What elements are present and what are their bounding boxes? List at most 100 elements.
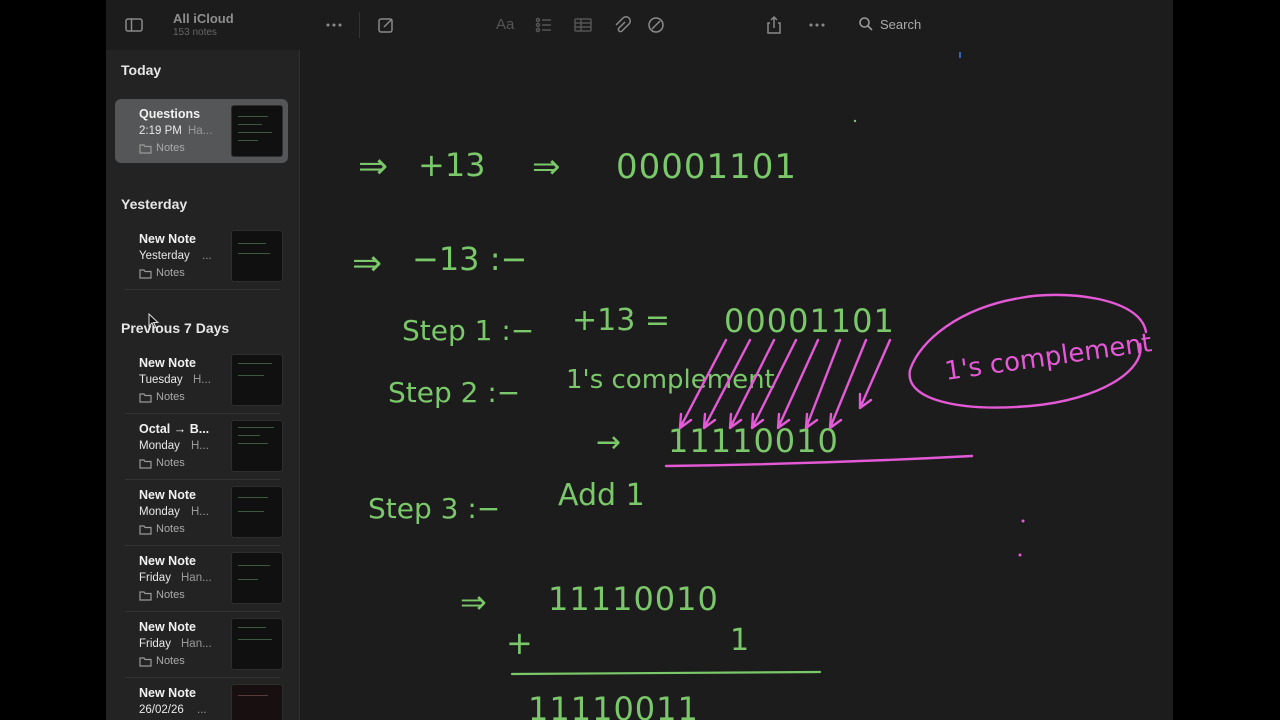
note-thumbnail xyxy=(231,354,283,406)
note-title: Questions xyxy=(139,107,201,121)
note-title: New Note xyxy=(139,554,196,568)
note-list-item[interactable]: New Note Tuesday H... Notes xyxy=(115,348,288,414)
note-date: Friday xyxy=(139,572,171,584)
new-note-icon[interactable] xyxy=(375,14,397,36)
note-date: Tuesday xyxy=(139,374,183,386)
note-thumbnail xyxy=(231,486,283,538)
notes-list-sidebar: Today Questions 2:19 PM Ha... Notes Yest… xyxy=(106,50,300,720)
note-preview: Ha... xyxy=(188,125,213,137)
folder-icon xyxy=(139,656,152,667)
handwriting-canvas[interactable]: ⇒ +13 ⇒ 00001101 ⇒ −13 :− Step 1 :− +13 … xyxy=(300,50,1173,720)
note-thumbnail xyxy=(231,618,283,670)
note-list-item[interactable]: New Note Yesterday ... Notes xyxy=(115,224,288,290)
sum-top-bits: 11110010 xyxy=(548,580,719,618)
attachment-icon[interactable] xyxy=(610,14,632,36)
checklist-icon[interactable] xyxy=(533,14,555,36)
note-list-item[interactable]: Octal → B... Monday H... Notes xyxy=(115,414,288,480)
note-preview: Han... xyxy=(181,572,212,584)
note-preview: Han... xyxy=(181,638,212,650)
note-count: 153 notes xyxy=(173,27,217,38)
folder-icon xyxy=(139,143,152,154)
note-date: 26/02/26 xyxy=(139,704,184,716)
note-preview: H... xyxy=(193,374,211,386)
note-folder: Notes xyxy=(139,523,185,535)
note-title: New Note xyxy=(139,686,196,700)
note-list-item[interactable]: New Note 26/02/26 ... xyxy=(115,678,288,720)
markup-icon[interactable] xyxy=(645,14,667,36)
section-header-yesterday: Yesterday xyxy=(121,196,188,212)
folder-icon xyxy=(139,392,152,403)
plus-sign: + xyxy=(506,624,533,662)
note-title: New Note xyxy=(139,620,196,634)
more-options-icon[interactable] xyxy=(323,14,345,36)
arrow-text: ⇒ xyxy=(352,243,382,284)
note-preview: ... xyxy=(202,250,212,262)
note-list-item[interactable]: Questions 2:19 PM Ha... Notes xyxy=(115,99,288,163)
arrow-text: ⇒ xyxy=(532,147,561,187)
note-title: New Note xyxy=(139,356,196,370)
section-header-previous-7-days: Previous 7 Days xyxy=(121,320,230,336)
step1-bits: 00001101 xyxy=(724,302,895,340)
table-icon[interactable] xyxy=(572,14,594,36)
folder-icon xyxy=(139,458,152,469)
note-title: New Note xyxy=(139,488,196,502)
note-date: 2:19 PM xyxy=(139,125,182,137)
stray-dot xyxy=(1021,519,1025,523)
note-title: Octal → B... xyxy=(139,422,210,436)
mouse-pointer-icon xyxy=(148,313,160,329)
note-folder: Notes xyxy=(139,267,185,279)
step3-text: Add 1 xyxy=(558,478,645,513)
folder-icon xyxy=(139,524,152,535)
format-text-button[interactable]: Aa xyxy=(496,16,514,33)
sum-line xyxy=(510,670,822,676)
plus-13-text: +13 xyxy=(418,146,486,184)
note-thumbnail xyxy=(231,105,283,157)
note-date: Friday xyxy=(139,638,171,650)
search-label: Search xyxy=(880,16,922,32)
note-date: Yesterday xyxy=(139,250,190,262)
toolbar: All iCloud 153 notes Aa Search xyxy=(106,0,1173,50)
note-preview: ... xyxy=(197,704,207,716)
note-list-item[interactable]: New Note Friday Han... Notes xyxy=(115,612,288,678)
stray-dot xyxy=(1018,553,1022,557)
step1-label: Step 1 :− xyxy=(402,314,534,347)
binary-13-text: 00001101 xyxy=(616,147,797,187)
note-editor[interactable]: ⇒ +13 ⇒ 00001101 ⇒ −13 :− Step 1 :− +13 … xyxy=(300,50,1173,720)
note-list-item[interactable]: New Note Friday Han... Notes xyxy=(115,546,288,612)
account-title: All iCloud xyxy=(173,11,234,26)
note-date: Monday xyxy=(139,440,180,452)
note-thumbnail xyxy=(231,552,283,604)
note-folder: Notes xyxy=(139,589,185,601)
step2-label: Step 2 :− xyxy=(388,376,520,409)
more-actions-icon[interactable] xyxy=(806,14,828,36)
note-thumbnail xyxy=(231,230,283,282)
note-thumbnail xyxy=(231,420,283,472)
minus-13-text: −13 :− xyxy=(412,240,527,278)
toolbar-divider xyxy=(359,12,360,38)
arrow-text: ⇒ xyxy=(460,583,487,621)
add-one-digit: 1 xyxy=(730,623,749,658)
stray-dot xyxy=(853,119,857,123)
search-icon xyxy=(859,17,873,31)
folder-icon xyxy=(139,590,152,601)
note-list-item[interactable]: New Note Monday H... Notes xyxy=(115,480,288,546)
note-folder: Notes xyxy=(139,142,185,154)
note-preview: H... xyxy=(191,506,209,518)
search-field[interactable]: Search xyxy=(858,16,921,32)
note-date: Monday xyxy=(139,506,180,518)
sum-result-bits: 11110011 xyxy=(528,690,699,720)
section-header-today: Today xyxy=(121,62,162,78)
arrow-text: ⇒ xyxy=(358,146,388,187)
step3-label: Step 3 :− xyxy=(368,492,500,525)
note-thumbnail xyxy=(231,684,283,720)
folder-icon xyxy=(139,268,152,279)
note-folder: Notes xyxy=(139,391,185,403)
share-icon[interactable] xyxy=(763,14,785,36)
note-title: New Note xyxy=(139,232,196,246)
note-folder: Notes xyxy=(139,655,185,667)
note-preview: H... xyxy=(191,440,209,452)
arrow-text: → xyxy=(596,425,621,460)
note-folder: Notes xyxy=(139,457,185,469)
sidebar-toggle-icon[interactable] xyxy=(123,14,145,36)
step2-text: 1's complement xyxy=(566,365,775,395)
